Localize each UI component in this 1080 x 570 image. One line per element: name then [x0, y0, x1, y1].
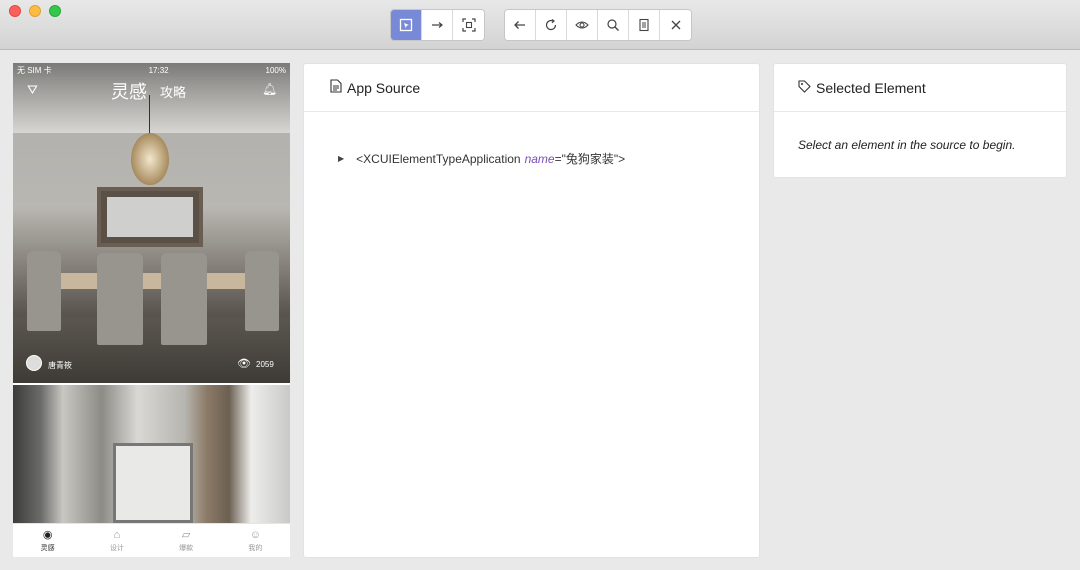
copy-xml-icon: [639, 18, 649, 32]
empty-hint: Select an element in the source to begin…: [798, 138, 1016, 152]
author-name: 唐青筱: [48, 361, 72, 370]
screenshot-frame-icon: [461, 18, 476, 32]
back-arrow-icon: [514, 21, 525, 29]
expand-caret-icon[interactable]: ▶: [338, 154, 344, 163]
copy-xml-button[interactable]: [629, 10, 660, 40]
select-elements-button[interactable]: [391, 10, 422, 40]
app-nav-bar: ⛛ 灵感 攻略 🔔︎: [13, 77, 290, 103]
eye-icon: [575, 21, 589, 29]
zoom-window-button[interactable]: [49, 5, 61, 17]
app-source-panel: App Source ▶ <XCUIElementTypeApplication…: [303, 63, 760, 558]
action-button-group: [504, 9, 692, 41]
back-button[interactable]: [505, 10, 536, 40]
quit-session-button[interactable]: [660, 10, 691, 40]
card-footer: 唐青筱 👁︎ 2059: [13, 353, 290, 375]
battery-label: 100%: [265, 65, 286, 75]
view-count: 2059: [256, 360, 274, 369]
swipe-button[interactable]: [422, 10, 453, 40]
mode-button-group: [390, 9, 485, 41]
app-tab-bar: ◉ 灵感 ⌂ 设计 ▱ 爆款 ☺ 我的: [13, 523, 290, 557]
tab-inspiration[interactable]: ◉ 灵感: [13, 524, 82, 557]
eye-icon: 👁︎: [237, 358, 251, 370]
node-attr-value: ="兔狗家装">: [554, 152, 626, 166]
search-button[interactable]: [598, 10, 629, 40]
nav-tab-guide[interactable]: 攻略: [160, 82, 186, 101]
selected-element-header: Selected Element: [774, 64, 1066, 112]
carrier-label: 无 SIM 卡: [17, 65, 52, 75]
document-icon: [330, 79, 342, 96]
photo-chair: [245, 251, 279, 331]
tag-icon: [798, 79, 811, 96]
select-element-icon: [399, 18, 413, 32]
tab-label: 灵感: [40, 544, 55, 552]
photo-chair: [161, 253, 207, 345]
photo-chandelier: [131, 133, 169, 185]
app-source-header: App Source: [304, 64, 759, 112]
eye-icon: ◉: [42, 528, 53, 541]
tab-label: 设计: [109, 544, 124, 552]
tab-hot[interactable]: ▱ 爆款: [152, 524, 221, 557]
source-tree-node[interactable]: ▶ <XCUIElementTypeApplication name ="兔狗家…: [338, 150, 625, 167]
refresh-button[interactable]: [536, 10, 567, 40]
photo-mirror: [97, 187, 203, 247]
dining-room-photo[interactable]: [13, 63, 290, 383]
tap-coordinates-button[interactable]: [453, 10, 484, 40]
tab-label: 爆款: [179, 544, 194, 552]
living-room-photo[interactable]: [13, 385, 290, 523]
smile-icon: ☺: [249, 528, 261, 541]
filter-icon[interactable]: ⛛: [27, 82, 38, 98]
nav-tab-inspiration[interactable]: 灵感: [111, 78, 147, 104]
device-screenshot[interactable]: 无 SIM 卡 17:32 100% ⛛ 灵感 攻略 🔔︎ 唐青筱 👁︎ 205…: [13, 63, 290, 557]
show-attributes-button[interactable]: [567, 10, 598, 40]
panel-title: App Source: [347, 79, 421, 96]
clock-label: 17:32: [148, 65, 169, 75]
tab-mine[interactable]: ☺ 我的: [221, 524, 290, 557]
ios-status-bar: 无 SIM 卡 17:32 100%: [13, 63, 290, 77]
close-icon: [671, 20, 680, 30]
close-window-button[interactable]: [9, 5, 21, 17]
bell-icon[interactable]: 🔔︎: [262, 82, 277, 96]
photo-chair: [27, 251, 61, 331]
selected-element-panel: Selected Element Select an element in th…: [773, 63, 1067, 178]
tab-label: 我的: [248, 544, 263, 552]
window-toolbar: [0, 0, 1080, 50]
tab-design[interactable]: ⌂ 设计: [82, 524, 151, 557]
refresh-icon: [545, 19, 557, 31]
photo-table: [53, 273, 253, 289]
node-attr-name: name: [524, 151, 555, 166]
home-icon: ⌂: [113, 528, 121, 541]
avatar[interactable]: [26, 355, 42, 371]
photo-window: [113, 443, 193, 523]
swipe-arrow-icon: [432, 22, 443, 28]
search-icon: [607, 19, 619, 31]
node-tag: <XCUIElementTypeApplication: [356, 151, 521, 166]
thumbs-up-icon: ▱: [181, 528, 191, 541]
panel-title: Selected Element: [816, 79, 926, 96]
photo-chair: [97, 253, 143, 345]
minimize-window-button[interactable]: [29, 5, 41, 17]
